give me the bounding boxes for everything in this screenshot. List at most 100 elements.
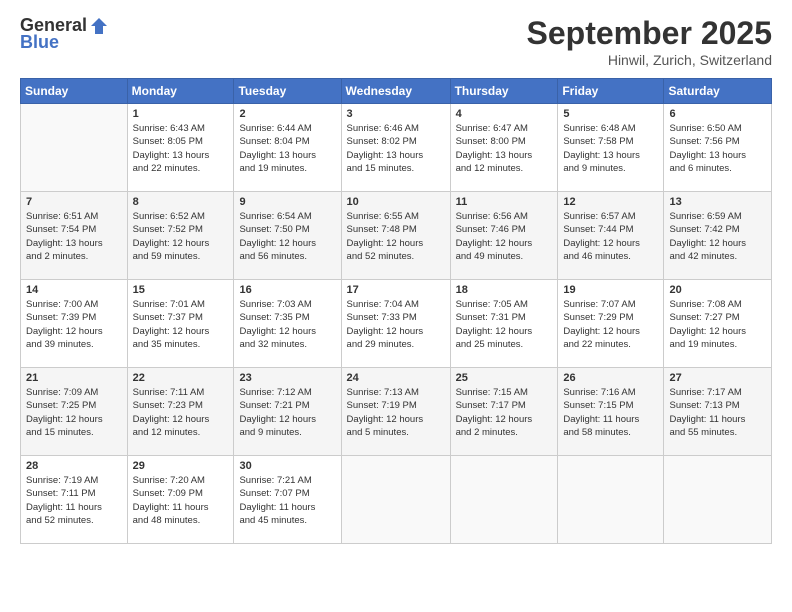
table-row: 11Sunrise: 6:56 AMSunset: 7:46 PMDayligh…	[450, 192, 558, 280]
col-thursday: Thursday	[450, 79, 558, 104]
table-row	[450, 456, 558, 544]
day-info: Sunrise: 6:55 AMSunset: 7:48 PMDaylight:…	[347, 210, 445, 263]
table-row: 14 Sunrise: 7:00 AMSunset: 7:39 PMDayligh…	[21, 280, 128, 368]
table-row: 6 Sunrise: 6:50 AMSunset: 7:56 PMDaylight…	[664, 104, 772, 192]
day-number: 28	[26, 460, 122, 472]
day-number: 15	[133, 284, 229, 296]
table-row: 8 Sunrise: 6:52 AMSunset: 7:52 PMDaylight…	[127, 192, 234, 280]
day-info: Sunrise: 7:17 AMSunset: 7:13 PMDaylight:…	[669, 386, 766, 439]
day-info: Sunrise: 6:46 AMSunset: 8:02 PMDaylight:…	[347, 122, 445, 175]
table-row: 4Sunrise: 6:47 AMSunset: 8:00 PMDaylight…	[450, 104, 558, 192]
day-number: 2	[239, 108, 335, 120]
table-row	[21, 104, 128, 192]
table-row: 30 Sunrise: 7:21 AMSunset: 7:07 PMDayligh…	[234, 456, 341, 544]
table-row	[558, 456, 664, 544]
day-info: Sunrise: 7:11 AMSunset: 7:23 PMDaylight:…	[133, 386, 229, 439]
table-row: 19 Sunrise: 7:07 AMSunset: 7:29 PMDayligh…	[558, 280, 664, 368]
day-number: 4	[456, 108, 553, 120]
day-info: Sunrise: 6:54 AMSunset: 7:50 PMDaylight:…	[239, 210, 335, 263]
table-row: 18Sunrise: 7:05 AMSunset: 7:31 PMDayligh…	[450, 280, 558, 368]
day-info: Sunrise: 7:01 AMSunset: 7:37 PMDaylight:…	[133, 298, 229, 351]
col-tuesday: Tuesday	[234, 79, 341, 104]
day-info: Sunrise: 7:08 AMSunset: 7:27 PMDaylight:…	[669, 298, 766, 351]
day-number: 5	[563, 108, 658, 120]
day-number: 26	[563, 372, 658, 384]
day-info: Sunrise: 7:21 AMSunset: 7:07 PMDaylight:…	[239, 474, 335, 527]
day-info: Sunrise: 7:03 AMSunset: 7:35 PMDaylight:…	[239, 298, 335, 351]
day-number: 12	[563, 196, 658, 208]
table-row: 23 Sunrise: 7:12 AMSunset: 7:21 PMDayligh…	[234, 368, 341, 456]
logo: General Blue	[20, 15, 109, 53]
day-info: Sunrise: 7:09 AMSunset: 7:25 PMDaylight:…	[26, 386, 122, 439]
table-row: 12 Sunrise: 6:57 AMSunset: 7:44 PMDayligh…	[558, 192, 664, 280]
day-number: 13	[669, 196, 766, 208]
day-info: Sunrise: 7:04 AMSunset: 7:33 PMDaylight:…	[347, 298, 445, 351]
table-row: 22 Sunrise: 7:11 AMSunset: 7:23 PMDayligh…	[127, 368, 234, 456]
day-number: 21	[26, 372, 122, 384]
day-info: Sunrise: 6:57 AMSunset: 7:44 PMDaylight:…	[563, 210, 658, 263]
day-number: 16	[239, 284, 335, 296]
table-row: 9Sunrise: 6:54 AMSunset: 7:50 PMDaylight…	[234, 192, 341, 280]
day-number: 24	[347, 372, 445, 384]
calendar: Sunday Monday Tuesday Wednesday Thursday…	[20, 78, 772, 544]
day-number: 30	[239, 460, 335, 472]
day-info: Sunrise: 6:52 AMSunset: 7:52 PMDaylight:…	[133, 210, 229, 263]
day-info: Sunrise: 7:00 AMSunset: 7:39 PMDaylight:…	[26, 298, 122, 351]
month-title: September 2025	[527, 15, 772, 52]
day-number: 6	[669, 108, 766, 120]
title-section: September 2025 Hinwil, Zurich, Switzerla…	[527, 15, 772, 68]
table-row	[341, 456, 450, 544]
day-number: 22	[133, 372, 229, 384]
day-number: 23	[239, 372, 335, 384]
day-number: 25	[456, 372, 553, 384]
day-number: 8	[133, 196, 229, 208]
table-row: 29 Sunrise: 7:20 AMSunset: 7:09 PMDayligh…	[127, 456, 234, 544]
header: General Blue September 2025 Hinwil, Zuri…	[20, 15, 772, 68]
col-friday: Friday	[558, 79, 664, 104]
col-saturday: Saturday	[664, 79, 772, 104]
table-row: 1 Sunrise: 6:43 AMSunset: 8:05 PMDaylight…	[127, 104, 234, 192]
table-row: 20 Sunrise: 7:08 AMSunset: 7:27 PMDayligh…	[664, 280, 772, 368]
day-info: Sunrise: 6:59 AMSunset: 7:42 PMDaylight:…	[669, 210, 766, 263]
day-number: 27	[669, 372, 766, 384]
table-row: 27 Sunrise: 7:17 AMSunset: 7:13 PMDayligh…	[664, 368, 772, 456]
day-info: Sunrise: 7:20 AMSunset: 7:09 PMDaylight:…	[133, 474, 229, 527]
day-number: 20	[669, 284, 766, 296]
table-row: 16 Sunrise: 7:03 AMSunset: 7:35 PMDayligh…	[234, 280, 341, 368]
day-info: Sunrise: 7:12 AMSunset: 7:21 PMDaylight:…	[239, 386, 335, 439]
day-info: Sunrise: 7:07 AMSunset: 7:29 PMDaylight:…	[563, 298, 658, 351]
day-info: Sunrise: 6:48 AMSunset: 7:58 PMDaylight:…	[563, 122, 658, 175]
table-row: 10 Sunrise: 6:55 AMSunset: 7:48 PMDayligh…	[341, 192, 450, 280]
day-info: Sunrise: 6:43 AMSunset: 8:05 PMDaylight:…	[133, 122, 229, 175]
table-row: 17 Sunrise: 7:04 AMSunset: 7:33 PMDayligh…	[341, 280, 450, 368]
col-monday: Monday	[127, 79, 234, 104]
table-row: 28 Sunrise: 7:19 AMSunset: 7:11 PMDayligh…	[21, 456, 128, 544]
table-row: 25 Sunrise: 7:15 AMSunset: 7:17 PMDayligh…	[450, 368, 558, 456]
table-row: 5 Sunrise: 6:48 AMSunset: 7:58 PMDaylight…	[558, 104, 664, 192]
logo-blue: Blue	[20, 32, 59, 53]
day-info: Sunrise: 6:51 AMSunset: 7:54 PMDaylight:…	[26, 210, 122, 263]
day-info: Sunrise: 6:44 AMSunset: 8:04 PMDaylight:…	[239, 122, 335, 175]
col-sunday: Sunday	[21, 79, 128, 104]
day-number: 29	[133, 460, 229, 472]
table-row: 7Sunrise: 6:51 AMSunset: 7:54 PMDaylight…	[21, 192, 128, 280]
day-number: 1	[133, 108, 229, 120]
table-row: 24 Sunrise: 7:13 AMSunset: 7:19 PMDayligh…	[341, 368, 450, 456]
day-number: 19	[563, 284, 658, 296]
day-number: 3	[347, 108, 445, 120]
day-info: Sunrise: 7:13 AMSunset: 7:19 PMDaylight:…	[347, 386, 445, 439]
day-number: 14	[26, 284, 122, 296]
table-row: 3 Sunrise: 6:46 AMSunset: 8:02 PMDaylight…	[341, 104, 450, 192]
day-number: 18	[456, 284, 553, 296]
day-info: Sunrise: 6:50 AMSunset: 7:56 PMDaylight:…	[669, 122, 766, 175]
day-info: Sunrise: 7:15 AMSunset: 7:17 PMDaylight:…	[456, 386, 553, 439]
calendar-header-row: Sunday Monday Tuesday Wednesday Thursday…	[21, 79, 772, 104]
day-number: 10	[347, 196, 445, 208]
table-row: 15 Sunrise: 7:01 AMSunset: 7:37 PMDayligh…	[127, 280, 234, 368]
day-info: Sunrise: 7:19 AMSunset: 7:11 PMDaylight:…	[26, 474, 122, 527]
table-row: 21 Sunrise: 7:09 AMSunset: 7:25 PMDayligh…	[21, 368, 128, 456]
table-row: 26Sunrise: 7:16 AMSunset: 7:15 PMDayligh…	[558, 368, 664, 456]
table-row: 2 Sunrise: 6:44 AMSunset: 8:04 PMDaylight…	[234, 104, 341, 192]
day-number: 17	[347, 284, 445, 296]
logo-icon	[89, 16, 109, 36]
